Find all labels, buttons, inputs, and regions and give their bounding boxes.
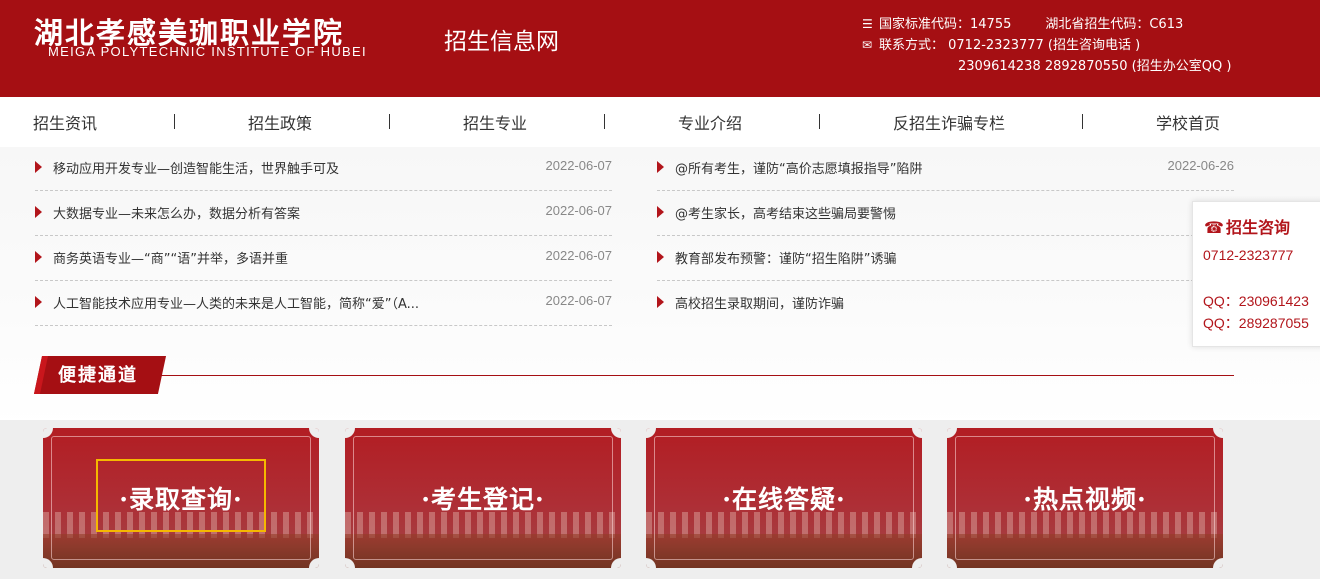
nav-separator: [1082, 114, 1083, 129]
admission-query-card[interactable]: ·录取查询·: [43, 428, 319, 568]
contact-row: ✉ 联系方式： 0712-2323777 (招生咨询电话 ): [862, 35, 1231, 56]
nav-item-home[interactable]: 学校首页: [1156, 110, 1220, 134]
consult-title-text: 招生咨询: [1226, 218, 1291, 237]
nav-item-majors[interactable]: 招生专业: [463, 110, 527, 134]
list-item[interactable]: 移动应用开发专业—创造智能生活，世界触手可及 2022-06-07: [35, 146, 612, 191]
arrow-icon: [35, 161, 42, 173]
nav-separator: [819, 114, 820, 129]
news-date: 2022-06-07: [545, 203, 613, 218]
list-item[interactable]: 人工智能技术应用专业—人类的未来是人工智能，简称“爱”（A... 2022-06…: [35, 281, 612, 326]
news-date: 2022-06-07: [545, 158, 613, 173]
news-title[interactable]: 商务英语专业—“商”“语”并举，多语并重: [53, 248, 288, 267]
nav-item-major-intro[interactable]: 专业介绍: [678, 110, 742, 134]
arrow-icon: [35, 206, 42, 218]
news-title[interactable]: 教育部发布预警：谨防“招生陷阱”诱骗: [675, 248, 896, 267]
mail-icon: ✉: [862, 38, 873, 52]
header-info: ☰ 国家标准代码：14755 湖北省招生代码：C613 ✉ 联系方式： 0712…: [862, 14, 1231, 77]
list-item[interactable]: 商务英语专业—“商”“语”并举，多语并重 2022-06-07: [35, 236, 612, 281]
arrow-icon: [35, 251, 42, 263]
news-date: 2022-06-07: [545, 248, 613, 263]
contact-qq: 2309614238 2892870550 (招生办公室QQ ): [958, 59, 1232, 74]
card-label[interactable]: ·在线答疑·: [646, 480, 922, 516]
arrow-icon: [657, 296, 664, 308]
online-qa-card[interactable]: ·在线答疑·: [646, 428, 922, 568]
contact-phone: 联系方式： 0712-2323777 (招生咨询电话 ): [879, 38, 1141, 53]
news-title[interactable]: 高校招生录取期间，谨防诈骗: [675, 293, 844, 312]
news-list-anti-fraud: @所有考生，谨防“高价志愿填报指导”陷阱 2022-06-26 @考生家长，高考…: [657, 146, 1274, 326]
news-title[interactable]: 人工智能技术应用专业—人类的未来是人工智能，简称“爱”（A...: [53, 293, 419, 312]
nav-item-policy[interactable]: 招生政策: [248, 110, 312, 134]
nav-separator: [174, 114, 175, 129]
national-code: 国家标准代码：14755: [879, 17, 1012, 32]
site-header: 湖北孝感美珈职业学院 MEIGA POLYTECHNIC INSTITUTE O…: [0, 0, 1320, 97]
news-title[interactable]: @所有考生，谨防“高价志愿填报指导”陷阱: [675, 158, 922, 177]
school-name-en[interactable]: MEIGA POLYTECHNIC INSTITUTE OF HUBEI: [48, 44, 367, 59]
qq-row: 2309614238 2892870550 (招生办公室QQ ): [862, 56, 1231, 77]
nav-item-anti-fraud[interactable]: 反招生诈骗专栏: [893, 110, 1005, 134]
section-title: 便捷通道: [58, 365, 138, 386]
consult-title: ☎ 招生咨询: [1204, 214, 1290, 238]
main-nav: 招生资讯 招生政策 招生专业 专业介绍 反招生诈骗专栏 学校首页: [0, 97, 1320, 147]
list-item[interactable]: 大数据专业—未来怎么办，数据分析有答案 2022-06-07: [35, 191, 612, 236]
consult-qq-1[interactable]: QQ：230961423: [1203, 291, 1309, 311]
student-register-card[interactable]: ·考生登记·: [345, 428, 621, 568]
news-title[interactable]: 移动应用开发专业—创造智能生活，世界触手可及: [53, 158, 339, 177]
news-list-majors: 移动应用开发专业—创造智能生活，世界触手可及 2022-06-07 大数据专业—…: [35, 146, 612, 326]
list-item[interactable]: @考生家长，高考结束这些骗局要警惕 2022: [657, 191, 1274, 236]
province-code: 湖北省招生代码：C613: [1045, 17, 1184, 32]
card-label[interactable]: ·热点视频·: [947, 480, 1223, 516]
arrow-icon: [35, 296, 42, 308]
list-item[interactable]: @所有考生，谨防“高价志愿填报指导”陷阱 2022-06-26: [657, 146, 1234, 191]
news-date: 2022-06-26: [1167, 158, 1235, 173]
focus-highlight: [96, 459, 266, 532]
list-item[interactable]: 高校招生录取期间，谨防诈骗 2022: [657, 281, 1274, 326]
news-date: 2022-06-07: [545, 293, 613, 308]
arrow-icon: [657, 251, 664, 263]
card-label[interactable]: ·考生登记·: [345, 480, 621, 516]
nav-separator: [389, 114, 390, 129]
list-item[interactable]: 教育部发布预警：谨防“招生陷阱”诱骗 2022: [657, 236, 1274, 281]
hot-videos-card[interactable]: ·热点视频·: [947, 428, 1223, 568]
news-title[interactable]: 大数据专业—未来怎么办，数据分析有答案: [53, 203, 300, 222]
news-title[interactable]: @考生家长，高考结束这些骗局要警惕: [675, 203, 896, 222]
arrow-icon: [657, 161, 664, 173]
site-title: 招生信息网: [444, 29, 559, 55]
nav-separator: [604, 114, 605, 129]
arrow-icon: [657, 206, 664, 218]
admission-consult-widget: ☎ 招生咨询 0712-2323777 QQ：230961423 QQ：28928…: [1192, 201, 1320, 347]
consult-qq-2[interactable]: QQ：289287055: [1203, 313, 1309, 333]
nav-item-news[interactable]: 招生资讯: [33, 110, 97, 134]
codes-row: ☰ 国家标准代码：14755 湖北省招生代码：C613: [862, 14, 1231, 35]
phone-icon: ☎: [1204, 218, 1224, 237]
list-icon: ☰: [862, 17, 873, 31]
section-divider: [48, 375, 1234, 376]
consult-phone[interactable]: 0712-2323777: [1203, 247, 1293, 263]
